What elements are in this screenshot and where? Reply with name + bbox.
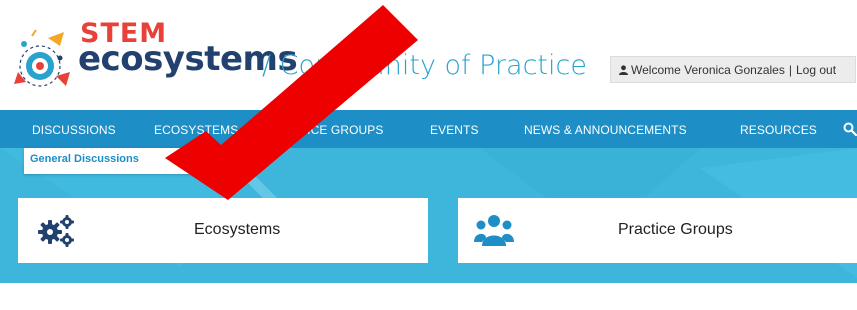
- users-icon: [474, 215, 514, 246]
- search-icon[interactable]: [843, 122, 857, 136]
- practice-groups-card[interactable]: Practice Groups: [458, 198, 857, 263]
- ecosystems-card[interactable]: Ecosystems: [18, 198, 428, 263]
- nav-item-discussions[interactable]: DISCUSSIONS: [32, 123, 116, 137]
- logout-link[interactable]: Log out: [796, 63, 836, 77]
- stem-logo-icon[interactable]: [10, 22, 74, 92]
- dropdown-item-general-discussions[interactable]: General Discussions: [30, 153, 139, 165]
- nav-item-ecosystems[interactable]: ECOSYSTEMS: [154, 123, 238, 137]
- site-header: STEM ecosystems / Community of Practice …: [0, 0, 857, 110]
- welcome-bar: Welcome Veronica Gonzales | Log out: [610, 56, 856, 83]
- user-icon: [619, 64, 628, 75]
- discussions-dropdown: General Discussions: [24, 148, 200, 174]
- brand-subtitle: / Community of Practice: [262, 50, 587, 81]
- welcome-text: Welcome Veronica Gonzales: [631, 62, 785, 77]
- nav-item-practice-groups[interactable]: PRACTICE GROUPS: [266, 123, 384, 137]
- nav-item-resources[interactable]: RESOURCES: [740, 123, 817, 137]
- page-body: [0, 283, 857, 310]
- nav-item-events[interactable]: EVENTS: [430, 123, 479, 137]
- main-nav: DISCUSSIONS ECOSYSTEMS PRACTICE GROUPS E…: [0, 110, 857, 148]
- gears-icon: [38, 215, 74, 247]
- separator: |: [788, 62, 792, 77]
- nav-item-news-announcements[interactable]: NEWS & ANNOUNCEMENTS: [524, 123, 687, 137]
- practice-groups-card-title[interactable]: Practice Groups: [618, 221, 733, 239]
- ecosystems-card-title[interactable]: Ecosystems: [194, 221, 280, 239]
